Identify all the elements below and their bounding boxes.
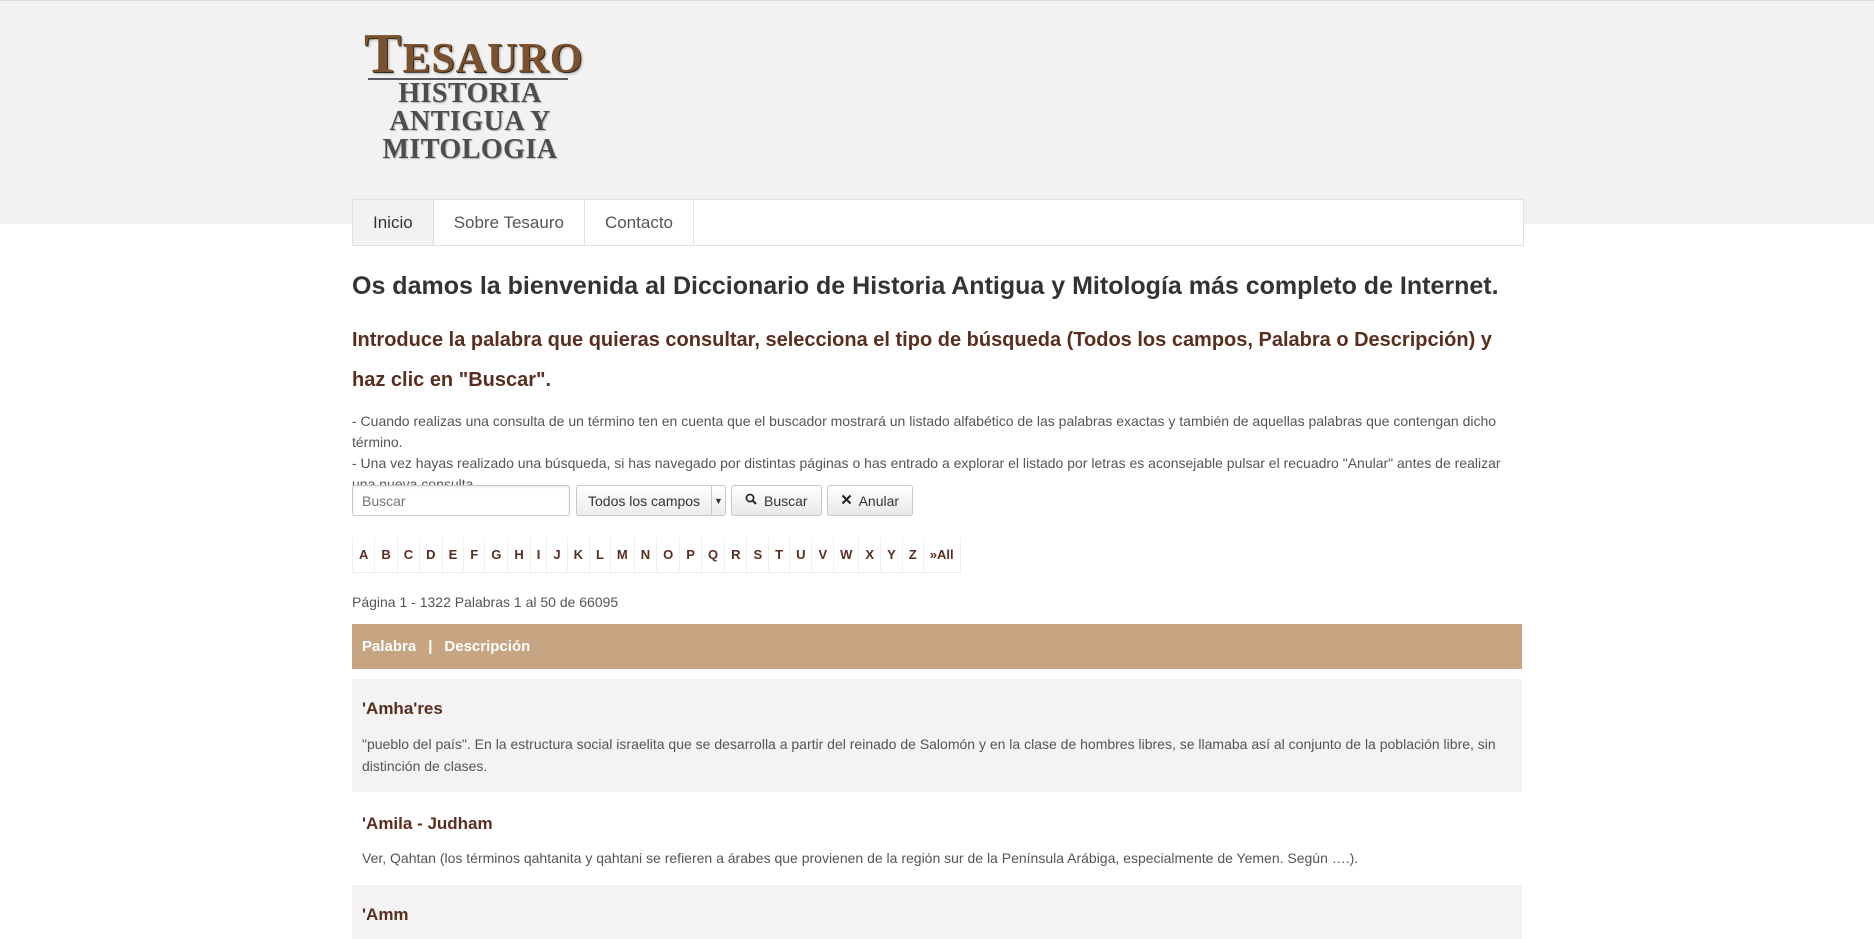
search-form: Todos los campos ▼ Buscar Anular (352, 485, 914, 516)
search-button[interactable]: Buscar (731, 485, 822, 516)
entry-description: Ver, Qahtan (los términos qahtanita y qa… (362, 850, 1359, 866)
letter-link-s[interactable]: S (747, 538, 770, 572)
close-icon (841, 493, 852, 508)
letter-link-b[interactable]: B (375, 538, 398, 572)
letter-link-w[interactable]: W (834, 538, 860, 572)
nav-item-sobre-tesauro[interactable]: Sobre Tesauro (434, 200, 585, 245)
list-item: 'Amha'res "pueblo del país". En la estru… (352, 679, 1522, 792)
results-table-header: Palabra | Descripción (352, 624, 1522, 669)
welcome-heading: Os damos la bienvenida al Diccionario de… (352, 272, 1499, 300)
letter-link-t[interactable]: T (769, 538, 791, 572)
letter-link-f[interactable]: F (464, 538, 486, 572)
letter-link-p[interactable]: P (680, 538, 702, 572)
entry-term[interactable]: 'Amila - Judham (362, 814, 493, 834)
column-header-description[interactable]: Descripción (444, 638, 530, 655)
letter-link-all[interactable]: »All (924, 538, 961, 572)
letter-link-x[interactable]: X (859, 538, 882, 572)
search-type-select[interactable]: Todos los campos ▼ (576, 485, 726, 516)
letter-link-m[interactable]: M (611, 538, 635, 572)
nav-item-contacto[interactable]: Contacto (585, 200, 694, 245)
nav-item-inicio[interactable]: Inicio (353, 200, 434, 245)
letter-link-u[interactable]: U (790, 538, 813, 572)
letter-link-l[interactable]: L (590, 538, 611, 572)
letter-link-o[interactable]: O (657, 538, 681, 572)
alphabet-index: A B C D E F G H I J K L M N O P Q R S T … (352, 538, 961, 573)
entry-term[interactable]: 'Amm (362, 905, 409, 925)
logo-title: TESAURO (364, 23, 584, 85)
clear-button-label: Anular (858, 492, 900, 509)
search-type-value: Todos los campos (588, 492, 701, 509)
usage-notes: - Cuando realizas una consulta de un tér… (352, 411, 1524, 495)
letter-link-e[interactable]: E (443, 538, 465, 572)
letter-link-q[interactable]: Q (702, 538, 726, 572)
intro-heading: Introduce la palabra que quieras consult… (352, 329, 1492, 391)
column-header-word[interactable]: Palabra (362, 638, 416, 655)
search-icon (745, 493, 757, 508)
entry-description: "pueblo del país". En la estructura soci… (362, 736, 1496, 774)
letter-link-c[interactable]: C (398, 538, 421, 572)
letter-link-h[interactable]: H (508, 538, 531, 572)
letter-link-k[interactable]: K (568, 538, 590, 572)
site-logo[interactable]: TESAURO HISTORIA ANTIGUA Y MITOLOGIA (364, 26, 582, 165)
header-background (0, 0, 1874, 224)
letter-link-j[interactable]: J (547, 538, 568, 572)
list-item: 'Amila - Judham Ver, Qahtan (los término… (352, 792, 1522, 885)
usage-note-1: - Cuando realizas una consulta de un tér… (352, 413, 1497, 450)
letter-link-y[interactable]: Y (881, 538, 903, 572)
dropdown-arrow-icon: ▼ (711, 486, 725, 515)
pagination-info: Página 1 - 1322 Palabras 1 al 50 de 6609… (352, 594, 619, 610)
logo-subtitle: HISTORIA ANTIGUA Y MITOLOGIA (382, 78, 558, 165)
letter-link-r[interactable]: R (725, 538, 748, 572)
search-button-label: Buscar (764, 492, 808, 509)
main-nav: Inicio Sobre Tesauro Contacto (352, 199, 1524, 246)
letter-link-z[interactable]: Z (903, 538, 924, 572)
entry-term[interactable]: 'Amha'res (362, 699, 443, 719)
letter-link-i[interactable]: I (531, 538, 548, 572)
letter-link-n[interactable]: N (635, 538, 658, 572)
letter-link-d[interactable]: D (420, 538, 443, 572)
column-separator: | (428, 638, 433, 655)
search-input[interactable] (352, 485, 570, 516)
list-item: 'Amm (352, 885, 1522, 939)
letter-link-g[interactable]: G (485, 538, 509, 572)
letter-link-a[interactable]: A (352, 538, 376, 572)
clear-button[interactable]: Anular (826, 485, 914, 516)
letter-link-v[interactable]: V (812, 538, 835, 572)
